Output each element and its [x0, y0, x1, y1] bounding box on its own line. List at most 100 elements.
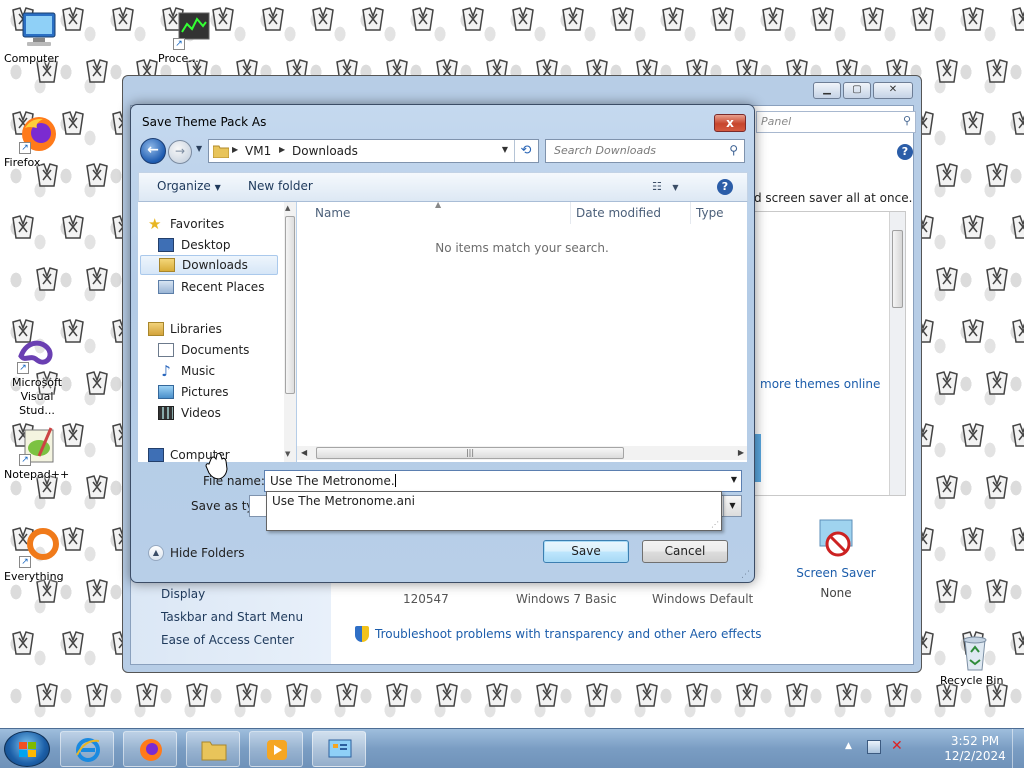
chevron-down-icon[interactable]: ▼ [723, 496, 741, 516]
show-hidden-icons-button[interactable]: ▲ [845, 741, 852, 751]
column-header-date-modified[interactable]: Date modified [576, 206, 661, 220]
themes-scrollbar[interactable] [889, 212, 905, 495]
screen-saver-title[interactable]: Screen Saver [791, 566, 881, 580]
search-icon: ⚲ [729, 143, 738, 157]
theme-label[interactable]: 120547 [403, 592, 449, 606]
troubleshoot-row[interactable]: Troubleshoot problems with transparency … [355, 626, 762, 642]
column-header-name[interactable]: Name [315, 206, 350, 220]
desktop-icon-computer[interactable]: Computer [4, 10, 74, 65]
internet-explorer-icon [76, 738, 100, 762]
details-view-icon: ☷ [652, 180, 662, 193]
scrollbar-thumb[interactable]: ||| [316, 447, 624, 459]
taskbar-app-media-player[interactable] [249, 731, 303, 767]
taskbar-clock[interactable]: 3:52 PM 12/2/2024 [940, 734, 1010, 764]
taskbar-app-explorer[interactable] [186, 731, 240, 767]
scroll-left-arrow[interactable]: ◀ [301, 448, 307, 457]
desktop-icon-everything[interactable]: ↗ Everything [4, 528, 74, 583]
scrollbar-thumb[interactable] [285, 216, 295, 394]
taskbar-app-control-panel[interactable] [312, 731, 366, 767]
organize-button[interactable]: Organize ▼ [157, 179, 221, 193]
back-button[interactable]: ← [140, 138, 166, 164]
recent-locations-dropdown[interactable]: ▼ [196, 144, 202, 153]
scroll-right-arrow[interactable]: ▶ [738, 448, 744, 457]
chevron-down-icon[interactable]: ▼ [731, 475, 737, 484]
nav-libraries[interactable]: Libraries [148, 319, 222, 339]
taskbar-app-internet-explorer[interactable] [60, 731, 114, 767]
resize-grip-icon[interactable]: ⋰ [741, 570, 750, 580]
nav-item-videos[interactable]: Videos [158, 403, 221, 423]
desktop-icon-notepadpp[interactable]: ↗ Notepad++ [4, 426, 74, 481]
start-button[interactable] [4, 731, 50, 767]
sidebar-link-ease-of-access[interactable]: Ease of Access Center [161, 633, 294, 647]
column-separator[interactable] [690, 202, 691, 224]
search-downloads-input[interactable]: Search Downloads ⚲ [545, 139, 745, 163]
screen-saver-option[interactable]: Screen Saver None [791, 516, 881, 600]
nav-item-music[interactable]: ♪ Music [158, 361, 215, 381]
refresh-button[interactable]: ⟲ [514, 140, 537, 162]
nav-item-downloads[interactable]: Downloads [140, 255, 278, 275]
help-icon[interactable]: ? [897, 144, 913, 160]
autocomplete-item[interactable]: Use The Metronome.ani [272, 494, 415, 508]
nav-item-recent-places[interactable]: Recent Places [158, 277, 264, 297]
cancel-button[interactable]: Cancel [642, 540, 728, 563]
resize-grip-icon[interactable]: ⋰ [711, 520, 719, 529]
breadcrumb-vm1[interactable]: VM1 [245, 144, 271, 158]
control-panel-search-input[interactable]: Panel ⚲ [756, 111, 916, 133]
nav-label: Music [181, 364, 216, 378]
nav-item-pictures[interactable]: Pictures [158, 382, 229, 402]
scrollbar-thumb[interactable] [892, 230, 903, 308]
address-dropdown-icon[interactable]: ▼ [502, 145, 508, 154]
wallpaper-tile [762, 7, 784, 31]
sidebar-link-taskbar[interactable]: Taskbar and Start Menu [161, 610, 303, 624]
save-theme-pack-dialog: Save Theme Pack As x ← → ▼ ▶ VM1 ▶ Downl… [130, 104, 755, 583]
breadcrumb-separator: ▶ [279, 145, 286, 154]
file-name-input[interactable]: Use The Metronome. ▼ [264, 470, 742, 492]
hide-folders-button[interactable]: ▲ Hide Folders [148, 545, 245, 561]
recycle-bin-icon [953, 632, 997, 672]
desktop-icon-label: Firefox [4, 156, 41, 169]
command-bar: Organize ▼ New folder ☷ ▼ ? [138, 172, 748, 202]
get-more-themes-link[interactable]: more themes online [760, 377, 880, 391]
column-header-type[interactable]: Type [696, 206, 724, 220]
nav-favorites[interactable]: ★ Favorites [148, 214, 224, 234]
troubleshoot-link[interactable]: Troubleshoot problems with transparency … [375, 627, 762, 641]
new-folder-button[interactable]: New folder [248, 179, 313, 193]
address-bar[interactable]: ▶ VM1 ▶ Downloads ▼ [208, 139, 539, 163]
breadcrumb-downloads[interactable]: Downloads [292, 144, 358, 158]
close-button[interactable]: ✕ [873, 82, 913, 99]
forward-button[interactable]: → [168, 140, 192, 164]
wallpaper-tile [786, 683, 808, 707]
help-icon[interactable]: ? [717, 179, 733, 195]
nav-item-desktop[interactable]: Desktop [158, 235, 231, 255]
scroll-up-arrow[interactable]: ▲ [285, 204, 290, 212]
column-separator[interactable] [570, 202, 571, 224]
wallpaper-tile [962, 111, 984, 135]
sidebar-link-display[interactable]: Display [161, 587, 205, 601]
nav-item-documents[interactable]: Documents [158, 340, 249, 360]
desktop-icon-visual-studio[interactable]: ↗ Microsoft Visual Stud... [2, 334, 72, 417]
file-list[interactable]: Name ▲ Date modified Type No items match… [297, 200, 747, 462]
navigation-scrollbar[interactable]: ▲ ▼ [284, 202, 296, 462]
desktop-icon-recycle-bin[interactable]: Recycle Bin [940, 632, 1010, 687]
save-button[interactable]: Save [543, 540, 629, 563]
themes-list[interactable]: more themes online [751, 211, 906, 496]
network-icon[interactable] [867, 740, 881, 754]
show-desktop-button[interactable] [1012, 729, 1024, 768]
theme-label[interactable]: Windows 7 Basic [516, 592, 617, 606]
maximize-button[interactable]: ▢ [843, 82, 871, 99]
scroll-down-arrow[interactable]: ▼ [285, 450, 290, 458]
dialog-close-button[interactable]: x [714, 114, 746, 132]
desktop-icon-firefox[interactable]: ↗ Firefox [4, 114, 74, 169]
desktop-icon [158, 238, 174, 252]
wallpaper-tile [12, 215, 34, 239]
wallpaper-tile [562, 7, 584, 31]
media-player-icon [267, 740, 287, 760]
volume-muted-icon[interactable]: ✕ [891, 738, 903, 754]
change-view-button[interactable]: ☷ ▼ [652, 180, 679, 193]
desktop-icon-process[interactable]: ↗ Proce... [158, 10, 228, 65]
theme-label[interactable]: Windows Default [652, 592, 753, 606]
file-list-horizontal-scrollbar[interactable]: ◀ ||| ▶ [297, 446, 747, 460]
minimize-button[interactable]: ▁ [813, 82, 841, 99]
folder-icon [201, 741, 227, 761]
taskbar-app-firefox[interactable] [123, 731, 177, 767]
